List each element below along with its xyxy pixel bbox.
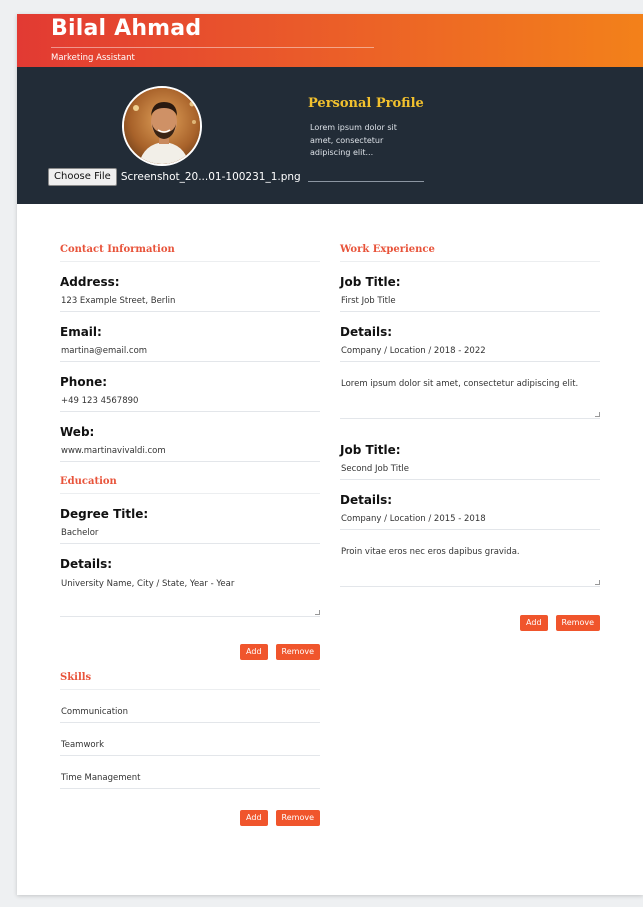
- job-title-field[interactable]: First Job Title: [340, 289, 600, 312]
- skill-item[interactable]: Time Management: [60, 756, 320, 789]
- education-details-label: Details:: [60, 557, 113, 571]
- personal-profile-text[interactable]: Lorem ipsum dolor sit amet, consectetur …: [310, 122, 412, 160]
- profile-band: Choose File Screenshot_20...01-100231_1.…: [17, 67, 643, 204]
- work-section-title: Work Experience: [340, 244, 600, 262]
- job-role[interactable]: Marketing Assistant: [51, 53, 135, 63]
- job-description-field[interactable]: Lorem ipsum dolor sit amet, consectetur …: [340, 362, 600, 419]
- job-description-text: Proin vitae eros nec eros dapibus gravid…: [341, 547, 520, 557]
- skills-remove-button[interactable]: Remove: [275, 810, 320, 826]
- resize-grip-icon[interactable]: [595, 412, 600, 417]
- resize-grip-icon[interactable]: [315, 610, 320, 615]
- resize-grip-icon[interactable]: [595, 580, 600, 585]
- degree-title-label: Degree Title:: [60, 507, 149, 521]
- phone-label: Phone:: [60, 375, 108, 389]
- person-name[interactable]: Bilal Ahmad: [51, 16, 201, 41]
- profile-text-underline: [308, 181, 424, 182]
- job-description-field[interactable]: Proin vitae eros nec eros dapibus gravid…: [340, 530, 600, 587]
- education-details-text: University Name, City / State, Year - Ye…: [61, 579, 235, 589]
- job-details-label: Details:: [340, 493, 393, 507]
- email-label: Email:: [60, 325, 102, 339]
- education-remove-button[interactable]: Remove: [275, 644, 320, 660]
- skill-item[interactable]: Communication: [60, 690, 320, 723]
- chosen-file-name: Screenshot_20...01-100231_1.png: [120, 171, 301, 183]
- contact-section-title: Contact Information: [60, 244, 320, 262]
- job-description-text: Lorem ipsum dolor sit amet, consectetur …: [341, 379, 579, 389]
- phone-field[interactable]: +49 123 4567890: [60, 389, 320, 412]
- degree-title-field[interactable]: Bachelor: [60, 521, 320, 544]
- job-details-field[interactable]: Company / Location / 2018 - 2022: [340, 339, 600, 362]
- job-title-field[interactable]: Second Job Title: [340, 457, 600, 480]
- avatar-photo: [124, 88, 200, 164]
- job-details-field[interactable]: Company / Location / 2015 - 2018: [340, 507, 600, 530]
- skill-item[interactable]: Teamwork: [60, 723, 320, 756]
- choose-file-button[interactable]: Choose File: [48, 168, 117, 186]
- education-buttons: Add Remove: [60, 644, 320, 660]
- work-buttons: Add Remove: [340, 615, 600, 631]
- web-field[interactable]: www.martinavivaldi.com: [60, 439, 320, 462]
- skills-buttons: Add Remove: [60, 810, 320, 826]
- education-details-field[interactable]: University Name, City / State, Year - Ye…: [60, 571, 320, 617]
- education-add-button[interactable]: Add: [240, 644, 268, 660]
- resume-page: Bilal Ahmad Marketing Assistant Choose F…: [17, 14, 643, 895]
- address-field[interactable]: 123 Example Street, Berlin: [60, 289, 320, 312]
- personal-profile-title: Personal Profile: [308, 96, 424, 111]
- avatar: [122, 86, 202, 166]
- file-picker: Choose File Screenshot_20...01-100231_1.…: [48, 168, 301, 186]
- job-title-label: Job Title:: [340, 275, 401, 289]
- email-field[interactable]: martina@email.com: [60, 339, 320, 362]
- skills-add-button[interactable]: Add: [240, 810, 268, 826]
- job-title-label: Job Title:: [340, 443, 401, 457]
- right-column: Work Experience Job Title: First Job Tit…: [340, 244, 600, 631]
- work-add-button[interactable]: Add: [520, 615, 548, 631]
- job-details-label: Details:: [340, 325, 393, 339]
- name-divider: [51, 47, 374, 48]
- address-label: Address:: [60, 275, 120, 289]
- web-label: Web:: [60, 425, 95, 439]
- education-section-title: Education: [60, 476, 320, 494]
- skills-section-title: Skills: [60, 672, 320, 690]
- left-column: Contact Information Address: 123 Example…: [60, 244, 320, 826]
- work-remove-button[interactable]: Remove: [555, 615, 600, 631]
- header-band: Bilal Ahmad Marketing Assistant: [17, 14, 643, 67]
